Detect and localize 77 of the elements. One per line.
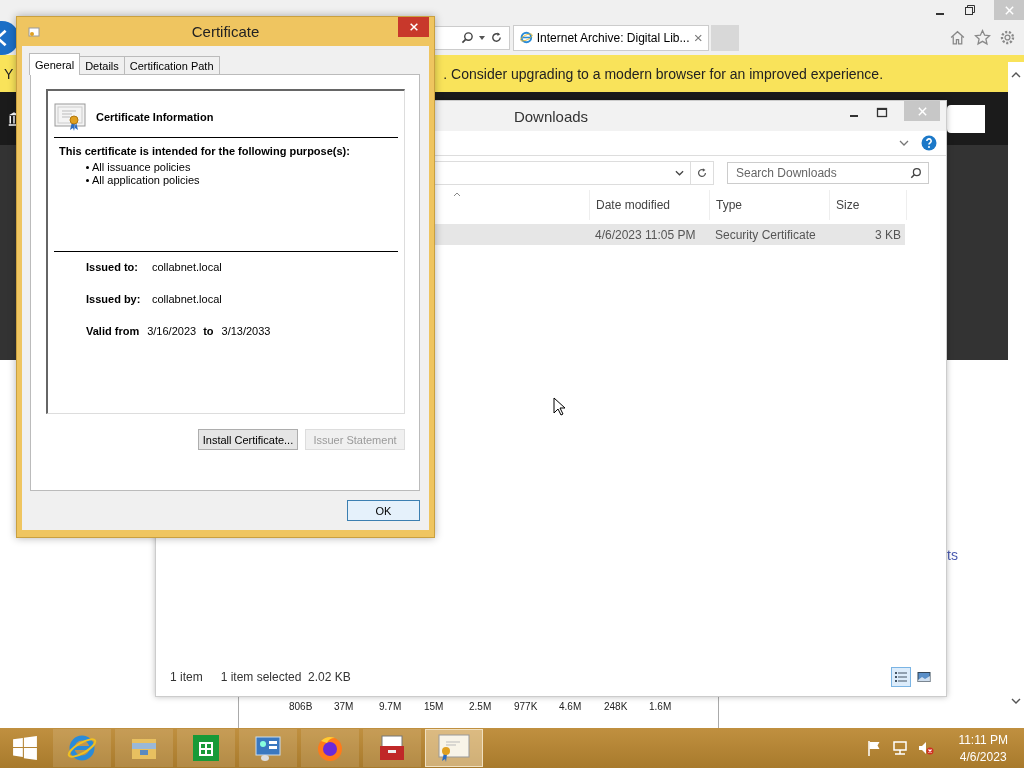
size-label: 806B — [289, 700, 314, 714]
table-cell-text: Security Certificate — [714, 227, 817, 242]
purpose-text: All issuance policies — [92, 161, 191, 173]
browser-tab[interactable]: Internet Archive: Digital Lib... — [513, 24, 709, 51]
star-icon[interactable] — [974, 29, 991, 46]
size-label: 37M — [334, 700, 355, 714]
search-icon[interactable] — [461, 31, 474, 44]
field-value: 3/16/2023 — [147, 325, 197, 337]
dropdown-icon[interactable] — [675, 170, 684, 176]
tab[interactable]: General — [29, 53, 81, 75]
refresh-icon[interactable] — [696, 167, 708, 179]
column-header[interactable]: Size — [829, 190, 907, 220]
size-label: 15M — [424, 700, 445, 714]
tab[interactable]: Certification Path — [123, 56, 220, 74]
home-icon[interactable] — [949, 29, 966, 46]
dialog-title: Certificate — [191, 23, 260, 40]
size-label: 9.7M — [379, 700, 403, 714]
install-certificate-button[interactable]: Install Certificate... — [198, 429, 298, 450]
window-title: Downloads — [513, 107, 589, 125]
chevron-icon[interactable] — [899, 140, 909, 146]
link[interactable]: ts — [947, 547, 958, 563]
notice-text: . Consider upgrading to a modern browser for an improved experience. — [443, 65, 884, 82]
globe-icon — [520, 30, 533, 45]
field-label: to — [203, 325, 214, 337]
dropdown-icon[interactable] — [478, 33, 486, 42]
taskbar-button[interactable] — [363, 729, 421, 767]
certificate-icon — [54, 102, 86, 132]
close-button[interactable] — [398, 17, 429, 37]
ok-button[interactable]: OK — [347, 500, 420, 521]
sort-caret-icon[interactable] — [453, 192, 461, 197]
table-cell-text: 4/6/2023 11:05 PM — [594, 227, 697, 242]
cursor-icon — [553, 397, 565, 416]
field-label: Valid from — [86, 325, 140, 337]
certificate-icon — [28, 26, 40, 38]
taskbar-button[interactable] — [239, 729, 297, 767]
maximize-icon[interactable] — [876, 106, 888, 118]
notice-text: Y — [4, 65, 14, 82]
scroll-up-icon[interactable] — [1011, 72, 1021, 78]
status-text: 1 item — [170, 670, 203, 684]
certificate-icon[interactable] — [438, 733, 470, 763]
windows-logo-icon[interactable] — [12, 735, 38, 761]
network-icon[interactable] — [892, 740, 909, 756]
status-text: 1 item selected 2.02 KB — [220, 670, 351, 684]
taskbar-button[interactable] — [301, 729, 359, 767]
clock-date[interactable]: 4/6/2023 — [959, 749, 1007, 764]
search-icon[interactable] — [910, 167, 922, 179]
bullet-icon — [86, 165, 89, 169]
taskbar-button[interactable] — [177, 729, 235, 767]
scroll-down-icon[interactable] — [1011, 698, 1021, 704]
toolbox-icon[interactable] — [377, 733, 407, 763]
restore-icon[interactable] — [964, 4, 976, 16]
size-label: 248K — [604, 700, 629, 714]
search-field[interactable] — [947, 104, 985, 133]
section-title: Certificate Information — [96, 111, 214, 123]
field-value: collabnet.local — [152, 293, 222, 305]
help-icon[interactable] — [921, 135, 937, 151]
size-label: 4.6M — [559, 700, 583, 714]
bullet-icon — [86, 178, 89, 182]
muted-speaker-icon[interactable] — [918, 740, 935, 756]
field-value: collabnet.local — [152, 261, 222, 273]
monitor-icon[interactable] — [253, 733, 283, 763]
purpose-text: All application policies — [92, 174, 200, 186]
field-label: Issued to: — [86, 261, 139, 273]
field-value: 3/13/2033 — [221, 325, 271, 337]
column-header[interactable]: Type — [709, 190, 829, 220]
size-label: 977K — [514, 700, 539, 714]
size-label: 2.5M — [469, 700, 493, 714]
close-icon[interactable] — [693, 32, 702, 43]
refresh-button[interactable] — [691, 161, 714, 185]
purpose-title: This certificate is intended for the following purpose(s): — [59, 145, 351, 157]
field-label: Issued by: — [86, 293, 142, 305]
search-field[interactable]: Search Downloads — [727, 162, 929, 184]
refresh-icon[interactable] — [490, 31, 503, 44]
size-label: 1.6M — [649, 700, 673, 714]
settings-icon[interactable] — [999, 29, 1016, 46]
table-cell-text: 3 KB — [874, 227, 902, 242]
column-header[interactable]: Date modified — [589, 190, 709, 220]
